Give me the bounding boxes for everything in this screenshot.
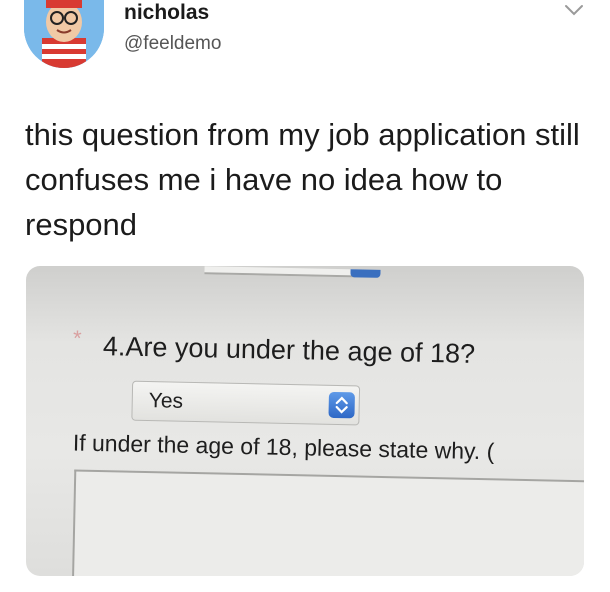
instruction-label: If under the age of 18, please state why… — [72, 429, 495, 465]
previous-field-button — [350, 269, 381, 278]
previous-field — [204, 266, 355, 278]
photo-content: * 4.Are you under the age of 18? Yes If … — [26, 266, 584, 576]
reason-textarea — [71, 469, 584, 576]
select-arrows-icon — [328, 391, 355, 419]
display-name[interactable]: nicholas — [124, 1, 209, 25]
waldo-avatar-icon — [24, 0, 104, 68]
attached-photo[interactable]: * 4.Are you under the age of 18? Yes If … — [26, 266, 584, 576]
select-value: Yes — [148, 389, 184, 413]
user-handle[interactable]: @feeldemo — [124, 33, 221, 55]
question-label: 4.Are you under the age of 18? — [102, 331, 476, 369]
tweet-text: this question from my job application st… — [25, 117, 580, 242]
required-marker: * — [72, 325, 82, 351]
avatar[interactable] — [24, 0, 104, 68]
chevron-down-icon[interactable] — [563, 3, 585, 17]
age-select: Yes — [131, 380, 361, 426]
